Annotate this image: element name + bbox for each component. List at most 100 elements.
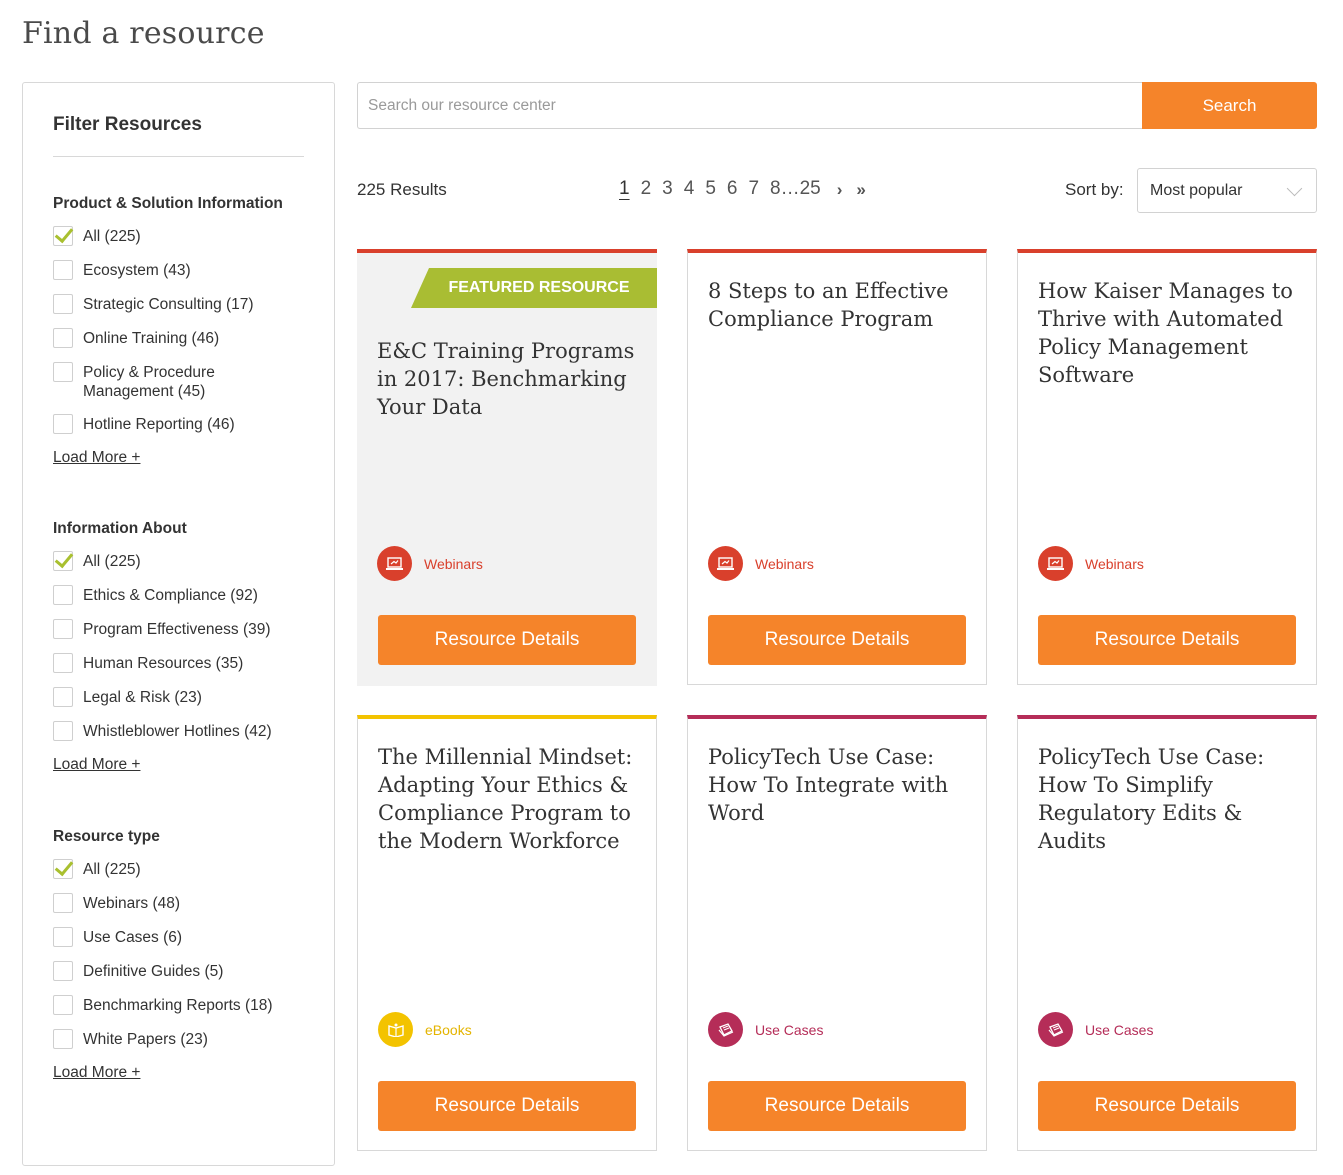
next-page-arrow-icon[interactable]: ›: [837, 180, 843, 200]
last-page-arrow-icon[interactable]: »: [856, 180, 865, 200]
page-link-range[interactable]: 8…25: [770, 178, 821, 200]
load-more-link[interactable]: Load More +: [53, 756, 140, 774]
resource-card-featured: FEATURED RESOURCE E&C Training Programs …: [357, 249, 657, 686]
checkbox[interactable]: [53, 294, 73, 314]
resource-details-button[interactable]: Resource Details: [1038, 1081, 1296, 1131]
checkbox[interactable]: [53, 927, 73, 947]
filter-option-label: Definitive Guides (5): [83, 963, 224, 980]
filter-option-hotline-reporting[interactable]: Hotline Reporting (46): [53, 414, 304, 435]
filter-option-label: Benchmarking Reports (18): [83, 997, 273, 1014]
card-type-label: Use Cases: [755, 1021, 824, 1038]
filter-option-webinars[interactable]: Webinars (48): [53, 893, 304, 914]
filter-heading: Product & Solution Information: [53, 195, 283, 212]
checkbox[interactable]: [53, 721, 73, 741]
filter-option-all[interactable]: All (225): [53, 226, 304, 247]
filter-option-human-resources[interactable]: Human Resources (35): [53, 653, 304, 674]
filter-option-label: Hotline Reporting (46): [83, 416, 235, 433]
card-title[interactable]: 8 Steps to an Effective Compliance Progr…: [708, 277, 978, 333]
checkbox[interactable]: [53, 414, 73, 434]
laptop-icon: [1038, 546, 1073, 581]
page-title: Find a resource: [22, 16, 265, 51]
card-title[interactable]: PolicyTech Use Case: How To Integrate wi…: [708, 743, 978, 827]
filter-option-strategic-consulting[interactable]: Strategic Consulting (17): [53, 294, 304, 315]
sidebar-title: Filter Resources: [53, 113, 304, 157]
filter-option-label: Whistleblower Hotlines (42): [83, 723, 272, 740]
card-resource-type[interactable]: eBooks: [378, 1012, 472, 1047]
filter-option-label: Human Resources (35): [83, 655, 244, 672]
checkbox[interactable]: [53, 328, 73, 348]
page-link[interactable]: 7: [748, 178, 759, 200]
checkbox[interactable]: [53, 585, 73, 605]
filter-option-legal-risk[interactable]: Legal & Risk (23): [53, 687, 304, 708]
checkbox-checked[interactable]: [53, 859, 73, 879]
filter-option-policy-procedure[interactable]: Policy & Procedure Management (45): [53, 362, 304, 401]
card-resource-type[interactable]: Webinars: [377, 546, 483, 581]
filter-option-program-effectiveness[interactable]: Program Effectiveness (39): [53, 619, 304, 640]
filter-option-ecosystem[interactable]: Ecosystem (43): [53, 260, 304, 281]
search-button[interactable]: Search: [1142, 82, 1317, 129]
checkbox[interactable]: [53, 961, 73, 981]
card-title[interactable]: The Millennial Mindset: Adapting Your Et…: [378, 743, 648, 855]
filter-option-benchmarking-reports[interactable]: Benchmarking Reports (18): [53, 995, 304, 1016]
resource-card: How Kaiser Manages to Thrive with Automa…: [1017, 249, 1317, 685]
checkbox[interactable]: [53, 893, 73, 913]
filter-option-label: Ethics & Compliance (92): [83, 587, 258, 604]
resource-details-button[interactable]: Resource Details: [708, 615, 966, 665]
checkbox[interactable]: [53, 653, 73, 673]
filter-heading: Information About: [53, 520, 187, 537]
filter-option-whistleblower-hotlines[interactable]: Whistleblower Hotlines (42): [53, 721, 304, 742]
checkbox[interactable]: [53, 619, 73, 639]
search-input[interactable]: [357, 82, 1142, 129]
checkbox[interactable]: [53, 1029, 73, 1049]
checkbox[interactable]: [53, 995, 73, 1015]
filter-option-label: Use Cases (6): [83, 929, 183, 946]
page-link[interactable]: 4: [684, 178, 695, 200]
checkbox-checked[interactable]: [53, 551, 73, 571]
checkbox[interactable]: [53, 687, 73, 707]
featured-badge: FEATURED RESOURCE: [411, 268, 657, 308]
filter-option-label: White Papers (23): [83, 1031, 208, 1048]
checkbox-checked[interactable]: [53, 226, 73, 246]
page-link[interactable]: 5: [705, 178, 716, 200]
filter-sidebar: Filter Resources Product & Solution Info…: [22, 82, 335, 1166]
resource-details-button[interactable]: Resource Details: [378, 1081, 636, 1131]
filter-option-online-training[interactable]: Online Training (46): [53, 328, 304, 349]
document-stack-icon: [1038, 1012, 1073, 1047]
filter-option-label: Online Training (46): [83, 330, 220, 347]
filter-option-white-papers[interactable]: White Papers (23): [53, 1029, 304, 1050]
card-title[interactable]: How Kaiser Manages to Thrive with Automa…: [1038, 277, 1308, 389]
filter-option-definitive-guides[interactable]: Definitive Guides (5): [53, 961, 304, 982]
filter-option-all[interactable]: All (225): [53, 859, 304, 880]
page-link[interactable]: 2: [641, 178, 652, 200]
filter-heading: Resource type: [53, 828, 160, 845]
card-title[interactable]: E&C Training Programs in 2017: Benchmark…: [377, 337, 647, 421]
filter-option-label: Legal & Risk (23): [83, 689, 202, 706]
card-title[interactable]: PolicyTech Use Case: How To Simplify Reg…: [1038, 743, 1308, 855]
resource-details-button[interactable]: Resource Details: [1038, 615, 1296, 665]
load-more-link[interactable]: Load More +: [53, 449, 140, 467]
filter-option-label: All (225): [83, 228, 141, 245]
card-type-label: Webinars: [424, 555, 483, 572]
checkbox[interactable]: [53, 260, 73, 280]
card-resource-type[interactable]: Webinars: [1038, 546, 1144, 581]
page-link-current[interactable]: 1: [619, 178, 630, 200]
card-resource-type[interactable]: Webinars: [708, 546, 814, 581]
filter-option-label: Webinars (48): [83, 895, 181, 912]
sort-select[interactable]: Most popular: [1137, 168, 1317, 213]
filter-option-label: All (225): [83, 553, 141, 570]
page-link[interactable]: 6: [727, 178, 738, 200]
resource-card: PolicyTech Use Case: How To Integrate wi…: [687, 715, 987, 1151]
checkbox[interactable]: [53, 362, 73, 382]
resource-details-button[interactable]: Resource Details: [708, 1081, 966, 1131]
filter-option-all[interactable]: All (225): [53, 551, 304, 572]
card-resource-type[interactable]: Use Cases: [1038, 1012, 1153, 1047]
load-more-link[interactable]: Load More +: [53, 1064, 140, 1082]
resource-details-button[interactable]: Resource Details: [378, 615, 636, 665]
page-link[interactable]: 3: [662, 178, 673, 200]
filter-option-ethics-compliance[interactable]: Ethics & Compliance (92): [53, 585, 304, 606]
results-count: 225 Results: [357, 180, 447, 199]
laptop-icon: [377, 546, 412, 581]
filter-option-use-cases[interactable]: Use Cases (6): [53, 927, 304, 948]
search-bar: Search: [357, 82, 1317, 129]
card-resource-type[interactable]: Use Cases: [708, 1012, 823, 1047]
